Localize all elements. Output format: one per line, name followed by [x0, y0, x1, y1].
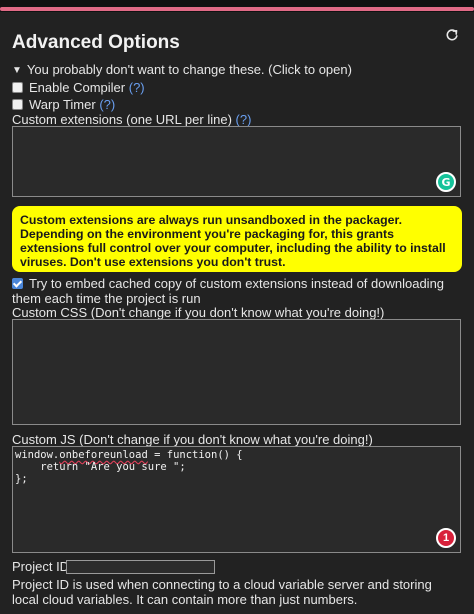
custom-extensions-heading: Custom extensions (one URL per line) (?) — [12, 112, 251, 127]
code-prefix: window. — [15, 449, 60, 461]
warp-timer-checkbox[interactable] — [12, 99, 23, 110]
issue-count-badge[interactable]: 1 — [436, 528, 456, 548]
accent-strip — [0, 7, 474, 11]
warp-timer-label: Warp Timer — [29, 97, 96, 112]
warp-timer-option: Warp Timer (?) — [12, 97, 115, 112]
grammarly-icon[interactable]: G — [436, 172, 456, 192]
enable-compiler-checkbox[interactable] — [12, 82, 23, 93]
extensions-warning: Custom extensions are always run unsandb… — [12, 206, 462, 272]
warp-timer-help-link[interactable]: (?) — [99, 97, 115, 112]
embed-extensions-option: Try to embed cached copy of custom exten… — [12, 276, 462, 306]
top-bar — [0, 0, 474, 12]
custom-js-label: Custom JS (Don't change if you don't kno… — [12, 432, 373, 447]
project-id-label: Project ID — [12, 559, 70, 574]
project-id-input[interactable] — [66, 560, 215, 574]
reset-icon — [446, 29, 458, 41]
enable-compiler-option: Enable Compiler (?) — [12, 80, 145, 95]
custom-js-code: window.onbeforeunload = function() { ret… — [15, 449, 243, 485]
custom-extensions-textarea[interactable]: G — [12, 126, 461, 197]
embed-extensions-label: Try to embed cached copy of custom exten… — [12, 276, 445, 306]
page-title: Advanced Options — [12, 32, 180, 53]
enable-compiler-help-link[interactable]: (?) — [129, 80, 145, 95]
custom-css-label: Custom CSS (Don't change if you don't kn… — [12, 305, 385, 320]
advanced-toggle[interactable]: ▼ You probably don't want to change these… — [12, 62, 352, 77]
project-id-note: Project ID is used when connecting to a … — [12, 577, 432, 607]
advanced-toggle-label: You probably don't want to change these.… — [26, 62, 352, 77]
triangle-down-icon: ▼ — [12, 65, 22, 76]
custom-extensions-label: Custom extensions (one URL per line) — [12, 112, 232, 127]
custom-extensions-help-link[interactable]: (?) — [236, 112, 252, 127]
custom-css-textarea[interactable] — [12, 319, 461, 425]
enable-compiler-label: Enable Compiler — [29, 80, 126, 95]
embed-extensions-checkbox[interactable] — [12, 278, 23, 289]
reset-button[interactable] — [441, 24, 463, 46]
custom-js-textarea[interactable]: window.onbeforeunload = function() { ret… — [12, 446, 461, 553]
code-flagged-identifier: onbeforeunload — [59, 449, 148, 461]
